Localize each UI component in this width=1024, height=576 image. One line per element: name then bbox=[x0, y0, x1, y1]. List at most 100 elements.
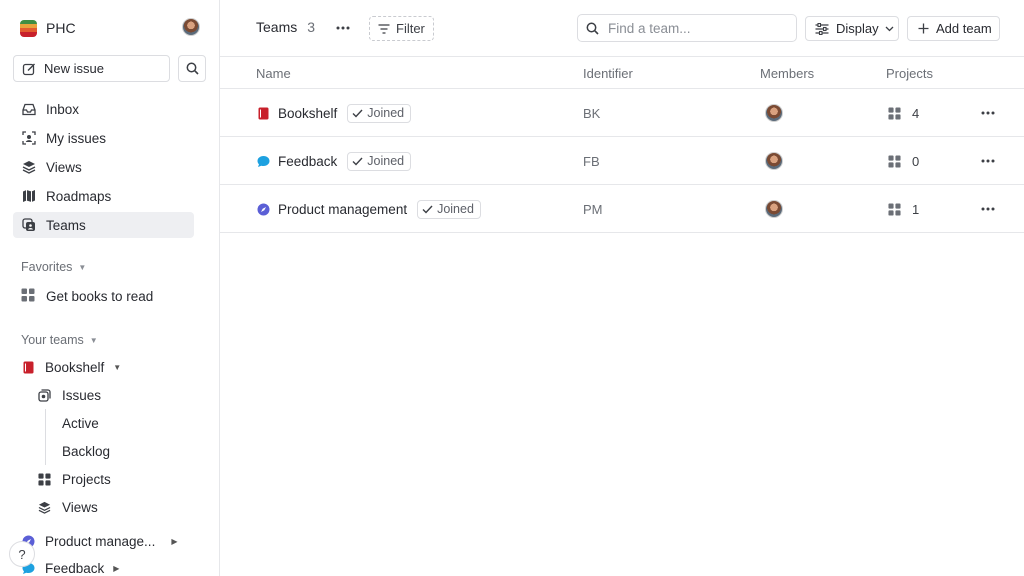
workspace-switcher[interactable]: PHC bbox=[20, 18, 76, 38]
sidebar-team-label: Product manage... bbox=[45, 533, 156, 549]
team-search bbox=[577, 14, 797, 42]
table-row[interactable]: Bookshelf Joined BK 4 bbox=[220, 89, 1024, 137]
table-header: Name Identifier Members Projects bbox=[220, 57, 1024, 89]
team-identifier: BK bbox=[583, 105, 601, 121]
column-header-members[interactable]: Members bbox=[760, 66, 814, 81]
caret-down-icon[interactable]: ▼ bbox=[113, 363, 121, 372]
sidebar-team-bookshelf[interactable]: Bookshelf ▼ bbox=[21, 358, 121, 376]
sidebar-item-label: Teams bbox=[46, 217, 86, 233]
table-row[interactable]: Feedback Joined FB 0 bbox=[220, 137, 1024, 185]
grid-icon bbox=[37, 472, 51, 486]
row-more-button[interactable] bbox=[978, 185, 998, 233]
sidebar-team-product-management[interactable]: Product manage... ▶ bbox=[21, 532, 177, 550]
team-search-input[interactable] bbox=[608, 20, 778, 36]
topbar: Teams 3 Filter Display Add team bbox=[220, 0, 1024, 57]
new-issue-button[interactable]: New issue bbox=[13, 55, 170, 82]
inbox-icon bbox=[21, 101, 37, 117]
workspace-logo bbox=[20, 19, 37, 37]
projects-cell: 0 bbox=[888, 137, 919, 185]
sidebar-subitem-label: Projects bbox=[62, 471, 111, 487]
book-icon bbox=[256, 106, 270, 120]
sidebar-team-label: Feedback bbox=[45, 560, 105, 576]
more-options-button[interactable] bbox=[332, 20, 354, 36]
column-header-identifier[interactable]: Identifier bbox=[583, 66, 633, 81]
team-name-cell: Product management Joined bbox=[256, 185, 481, 233]
check-icon bbox=[352, 109, 363, 118]
sidebar-search-button[interactable] bbox=[178, 55, 206, 82]
member-avatar[interactable] bbox=[765, 104, 783, 122]
favorite-item[interactable]: Get books to read bbox=[21, 287, 153, 305]
grid-icon bbox=[888, 106, 901, 120]
check-icon bbox=[352, 157, 363, 166]
sidebar-team-feedback[interactable]: Feedback ▶ bbox=[21, 559, 119, 576]
sliders-icon bbox=[815, 22, 829, 35]
workspace-name: PHC bbox=[46, 20, 76, 36]
column-header-projects[interactable]: Projects bbox=[886, 66, 933, 81]
team-name[interactable]: Feedback bbox=[278, 154, 337, 169]
team-identifier: FB bbox=[583, 153, 600, 169]
sidebar-team-issues[interactable]: Issues bbox=[37, 386, 101, 404]
sidebar-item-teams[interactable]: Teams bbox=[13, 212, 194, 238]
sidebar-item-label: Roadmaps bbox=[46, 188, 112, 204]
members-cell bbox=[765, 89, 783, 137]
members-cell bbox=[765, 137, 783, 185]
help-button[interactable]: ? bbox=[9, 541, 35, 567]
joined-badge: Joined bbox=[347, 151, 412, 171]
grid-icon bbox=[21, 288, 35, 305]
table-row[interactable]: Product management Joined PM 1 bbox=[220, 185, 1024, 233]
your-teams-section-toggle[interactable]: Your teams ▼ bbox=[21, 333, 98, 347]
project-count: 4 bbox=[912, 105, 920, 121]
team-name-cell: Feedback Joined bbox=[256, 137, 412, 185]
caret-right-icon[interactable]: ▶ bbox=[113, 564, 119, 573]
filter-label: Filter bbox=[396, 21, 425, 36]
team-identifier: PM bbox=[583, 201, 603, 217]
sidebar-item-roadmaps[interactable]: Roadmaps bbox=[13, 183, 194, 209]
joined-badge: Joined bbox=[417, 199, 481, 219]
chat-icon bbox=[256, 154, 270, 168]
issues-icon bbox=[37, 388, 51, 402]
filter-button[interactable]: Filter bbox=[369, 16, 434, 41]
sidebar-item-label: My issues bbox=[46, 130, 107, 146]
row-more-button[interactable] bbox=[978, 137, 998, 185]
sidebar-team-projects[interactable]: Projects bbox=[37, 470, 111, 488]
sidebar-item-label: Inbox bbox=[46, 101, 80, 117]
display-button[interactable]: Display bbox=[805, 16, 899, 41]
project-count: 0 bbox=[912, 153, 920, 169]
map-icon bbox=[21, 188, 37, 204]
sidebar-item-views[interactable]: Views bbox=[13, 154, 194, 180]
favorite-item-label: Get books to read bbox=[46, 288, 154, 304]
main-content: Teams 3 Filter Display Add team bbox=[220, 0, 1024, 576]
sidebar-team-backlog[interactable]: Backlog bbox=[62, 442, 110, 460]
sidebar-item-my-issues[interactable]: My issues bbox=[13, 125, 194, 151]
chevron-down-icon bbox=[885, 26, 894, 31]
your-teams-label: Your teams bbox=[21, 333, 84, 347]
joined-badge: Joined bbox=[347, 103, 412, 123]
member-avatar[interactable] bbox=[765, 152, 783, 170]
sidebar-item-label: Views bbox=[46, 159, 82, 175]
grid-icon bbox=[888, 154, 901, 168]
sidebar-team-views[interactable]: Views bbox=[37, 498, 98, 516]
favorites-label: Favorites bbox=[21, 260, 73, 274]
display-label: Display bbox=[836, 21, 879, 36]
team-name[interactable]: Product management bbox=[278, 202, 407, 217]
plus-icon bbox=[918, 23, 929, 34]
app: PHC New issue Inbox My issues Views Road… bbox=[0, 0, 1024, 576]
sidebar: PHC New issue Inbox My issues Views Road… bbox=[0, 0, 220, 576]
sidebar-item-inbox[interactable]: Inbox bbox=[13, 96, 194, 122]
layers-icon bbox=[21, 159, 37, 175]
search-icon bbox=[186, 62, 199, 75]
book-icon bbox=[21, 360, 35, 374]
favorites-section-toggle[interactable]: Favorites ▼ bbox=[21, 260, 86, 274]
add-team-button[interactable]: Add team bbox=[907, 16, 1000, 41]
member-avatar[interactable] bbox=[765, 200, 783, 218]
row-more-button[interactable] bbox=[978, 89, 998, 137]
column-header-name[interactable]: Name bbox=[256, 66, 291, 81]
grid-icon bbox=[888, 202, 901, 216]
user-avatar[interactable] bbox=[182, 18, 200, 36]
caret-right-icon[interactable]: ▶ bbox=[171, 537, 177, 546]
sidebar-team-active[interactable]: Active bbox=[62, 414, 99, 432]
caret-down-icon: ▼ bbox=[78, 262, 87, 272]
team-name[interactable]: Bookshelf bbox=[278, 106, 337, 121]
compass-icon bbox=[256, 202, 270, 216]
joined-label: Joined bbox=[437, 202, 474, 216]
